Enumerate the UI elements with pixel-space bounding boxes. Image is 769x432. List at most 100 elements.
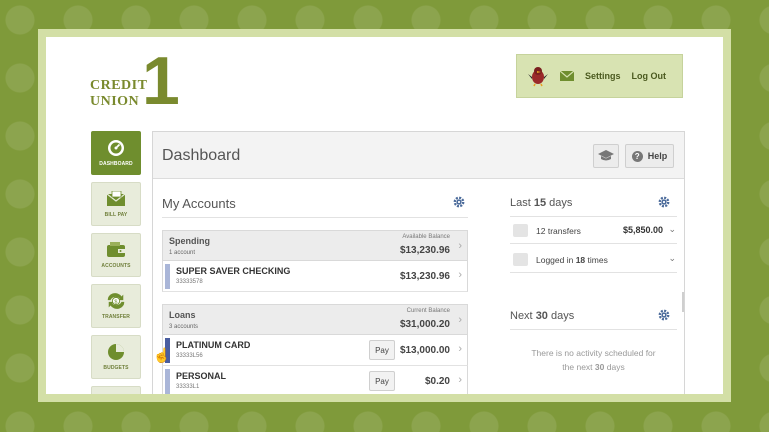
empty-post: days bbox=[604, 362, 625, 372]
chevron-right-icon: › bbox=[458, 269, 462, 281]
mail-icon[interactable] bbox=[560, 71, 574, 81]
account-number: 33333L1 bbox=[176, 384, 200, 390]
sidebar-item-budgets[interactable]: BUDGETS bbox=[91, 335, 141, 379]
account-name: SUPER SAVER CHECKING bbox=[176, 266, 291, 276]
sidebar-label: BILL PAY bbox=[104, 212, 128, 218]
help-label: Help bbox=[647, 151, 668, 161]
accounts-settings-gear-icon[interactable] bbox=[453, 196, 465, 208]
user-login-icon bbox=[513, 253, 528, 266]
loans-group-header[interactable]: Loans 3 accounts Current Balance $31,000… bbox=[162, 304, 468, 335]
transfers-text: 12 transfers bbox=[536, 226, 581, 236]
login-text: Logged in 18 times bbox=[536, 255, 608, 265]
graduation-cap-icon bbox=[598, 150, 614, 161]
transfers-amount: $5,850.00 bbox=[622, 225, 663, 235]
spending-group-header[interactable]: Spending 1 account Available Balance $13… bbox=[162, 230, 468, 261]
empty-line-1: There is no activity scheduled for bbox=[531, 348, 656, 358]
sidebar-item-dashboard[interactable]: DASHBOARD bbox=[91, 131, 141, 175]
account-number: 33333578 bbox=[176, 279, 203, 285]
schedule-settings-gear-icon[interactable] bbox=[658, 309, 670, 321]
sidebar-label: DASHBOARD bbox=[99, 161, 133, 167]
transfers-summary-row[interactable]: 12 transfers $5,850.00 ⌄ bbox=[510, 218, 677, 244]
group-name: Loans bbox=[169, 310, 196, 320]
chevron-right-icon: › bbox=[458, 314, 462, 326]
settings-link[interactable]: Settings bbox=[585, 71, 621, 81]
no-activity-message: There is no activity scheduled for the n… bbox=[510, 346, 677, 374]
group-name: Spending bbox=[169, 236, 210, 246]
activity-settings-gear-icon[interactable] bbox=[658, 196, 670, 208]
title-text: Last bbox=[510, 197, 534, 209]
panel-header: Dashboard ? Help bbox=[153, 132, 684, 179]
sidebar-item-transfer[interactable]: $ TRANSFER bbox=[91, 284, 141, 328]
account-name: PERSONAL bbox=[176, 371, 227, 381]
page-title: Dashboard bbox=[162, 147, 241, 164]
divider bbox=[162, 217, 468, 218]
login-post: times bbox=[585, 255, 608, 265]
account-amount: $0.20 bbox=[424, 376, 450, 387]
hand-cursor-icon: ☝ bbox=[153, 347, 171, 363]
sidebar-nav: DASHBOARD BILL PAY ACCOUNTS $ TRANSFER B… bbox=[91, 131, 141, 394]
chevron-down-icon: ⌄ bbox=[668, 224, 676, 234]
title-number: 30 bbox=[535, 310, 548, 322]
group-balance: $31,000.20 bbox=[399, 319, 450, 330]
chevron-right-icon: › bbox=[458, 240, 462, 252]
bill-pay-envelope-icon bbox=[106, 190, 126, 208]
sidebar-label: TRANSFER bbox=[101, 314, 131, 320]
account-amount: $13,000.00 bbox=[399, 345, 450, 356]
transfer-label: transfers bbox=[545, 226, 581, 236]
empty-line-2: the next 30 days bbox=[510, 360, 677, 374]
scrollbar[interactable] bbox=[682, 292, 684, 312]
account-color-bar bbox=[165, 369, 170, 394]
account-number: 33333L56 bbox=[176, 353, 203, 359]
logout-link[interactable]: Log Out bbox=[632, 71, 667, 81]
budgets-pie-icon bbox=[106, 343, 126, 361]
chevron-right-icon: › bbox=[458, 343, 462, 355]
chevron-down-icon: ⌄ bbox=[668, 253, 676, 263]
sidebar-item-more[interactable] bbox=[91, 386, 141, 394]
group-balance: $13,230.96 bbox=[399, 245, 450, 256]
title-number: 15 bbox=[533, 197, 547, 209]
user-toolbar: Settings Log Out bbox=[516, 54, 683, 98]
account-row[interactable]: PERSONAL 33333L1 Pay $0.20 › bbox=[162, 366, 468, 394]
svg-text:$: $ bbox=[114, 299, 117, 305]
account-row[interactable]: PLATINUM CARD 33333L56 Pay $13,000.00 › bbox=[162, 335, 468, 366]
balance-caption: Current Balance bbox=[406, 308, 450, 314]
balance-caption: Available Balance bbox=[402, 234, 450, 240]
pay-button[interactable]: Pay bbox=[369, 371, 395, 391]
account-color-bar bbox=[165, 264, 170, 289]
empty-pre: the next bbox=[562, 362, 595, 372]
title-text: days bbox=[547, 310, 575, 322]
dashboard-panel: Dashboard ? Help My Accounts Spending 1 … bbox=[152, 131, 685, 394]
pay-button[interactable]: Pay bbox=[369, 340, 395, 360]
tutorial-button[interactable] bbox=[593, 144, 619, 168]
mascot-bird-icon[interactable] bbox=[527, 65, 549, 87]
account-amount: $13,230.96 bbox=[399, 271, 450, 282]
divider bbox=[510, 329, 677, 330]
account-name: PLATINUM CARD bbox=[176, 340, 251, 350]
logo-numeral: 1 bbox=[142, 43, 180, 119]
login-pre: Logged in bbox=[536, 255, 576, 265]
credit-union-logo[interactable]: CREDIT UNION 1 bbox=[90, 47, 180, 115]
help-button[interactable]: ? Help bbox=[625, 144, 674, 168]
help-question-icon: ? bbox=[631, 150, 643, 162]
account-row[interactable]: SUPER SAVER CHECKING 33333578 $13,230.96… bbox=[162, 261, 468, 292]
sidebar-label: ACCOUNTS bbox=[101, 263, 131, 269]
empty-number: 30 bbox=[594, 362, 605, 372]
app-window: CREDIT UNION 1 Settings Log Out DASHBOAR… bbox=[46, 37, 723, 394]
accounts-wallet-icon bbox=[106, 241, 126, 259]
title-text: Next bbox=[510, 310, 536, 322]
transfer-icon bbox=[513, 224, 528, 237]
group-count: 1 account bbox=[169, 250, 196, 256]
sidebar-item-accounts[interactable]: ACCOUNTS bbox=[91, 233, 141, 277]
chevron-right-icon: › bbox=[458, 374, 462, 386]
next-days-title: Next 30 days bbox=[510, 310, 574, 322]
last-days-title: Last 15 days bbox=[510, 197, 572, 209]
login-summary-row[interactable]: Logged in 18 times ⌄ bbox=[510, 247, 677, 273]
group-count: 3 accounts bbox=[169, 324, 199, 330]
title-text: days bbox=[546, 197, 573, 209]
logo-word-credit: CREDIT bbox=[90, 78, 148, 93]
dashboard-gauge-icon bbox=[106, 139, 126, 157]
divider bbox=[510, 216, 677, 217]
transfer-arrows-icon: $ bbox=[106, 292, 126, 310]
sidebar-item-bill-pay[interactable]: BILL PAY bbox=[91, 182, 141, 226]
sidebar-label: BUDGETS bbox=[103, 365, 129, 371]
